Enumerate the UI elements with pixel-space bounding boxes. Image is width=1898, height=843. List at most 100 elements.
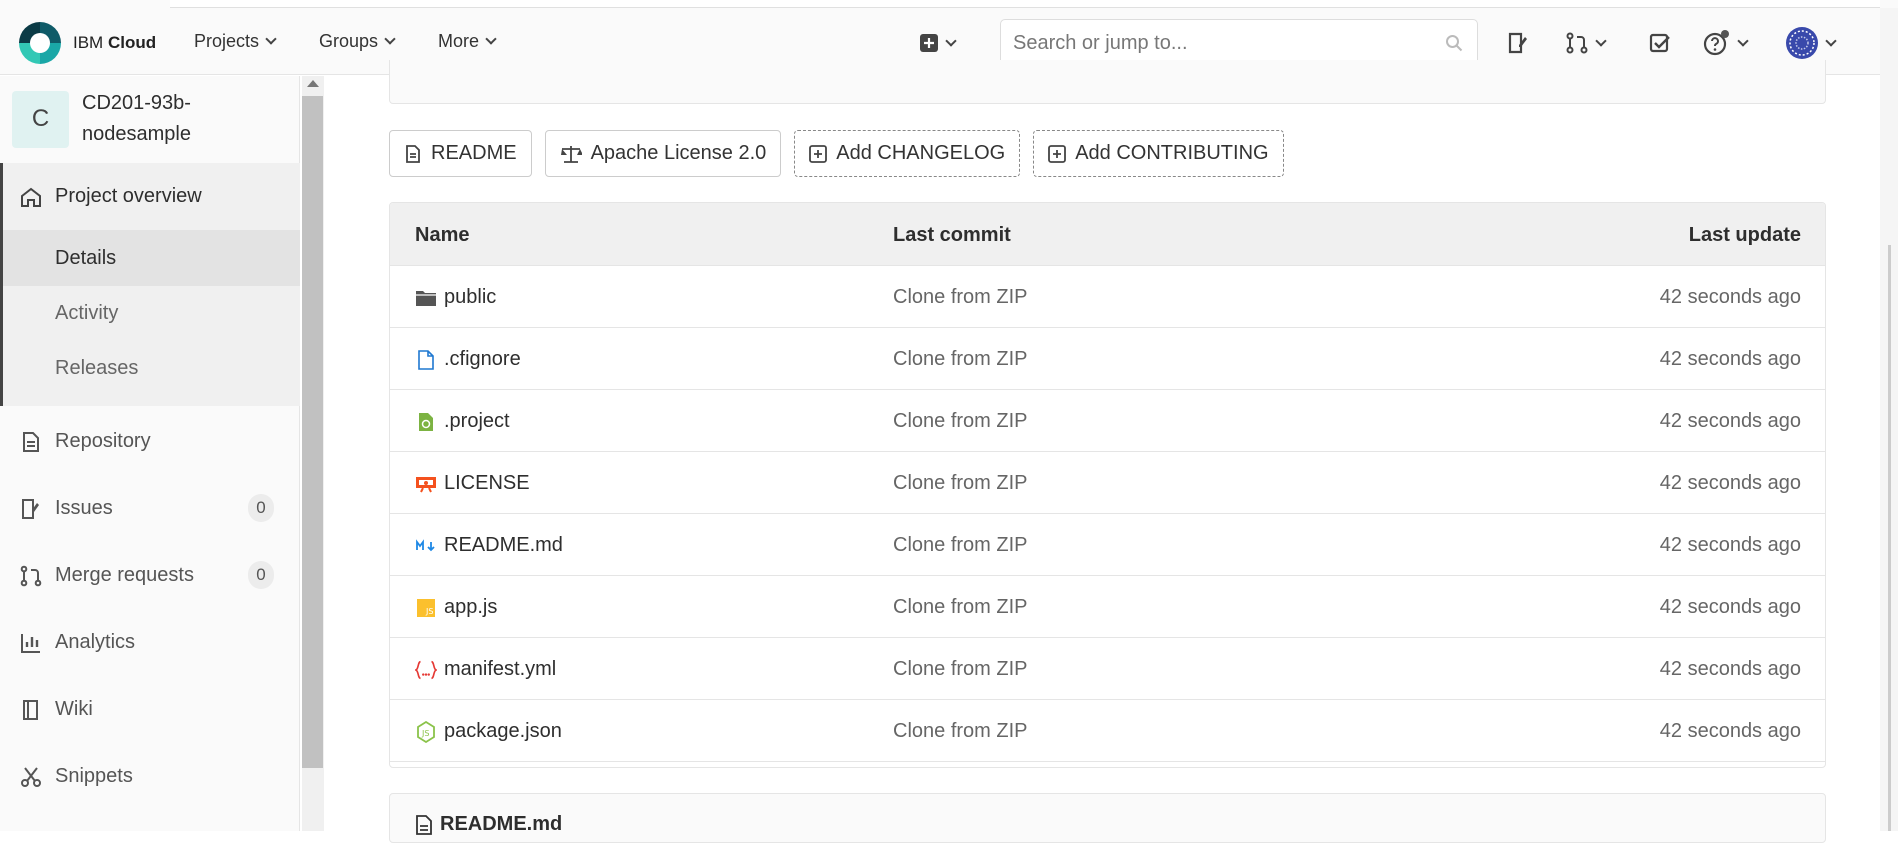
sidebar-item-snippets[interactable]: Snippets [20, 765, 133, 788]
home-icon [20, 186, 42, 208]
scissors-icon [20, 766, 42, 788]
plus-square-icon [809, 144, 828, 163]
sidebar-item-label: Project overview [55, 185, 202, 207]
new-item-dropdown[interactable] [919, 30, 957, 56]
brand-bold: Cloud [107, 33, 157, 52]
scroll-up-arrow-icon[interactable] [307, 80, 319, 87]
file-name-link[interactable]: LICENSE [444, 472, 530, 495]
table-row[interactable]: LICENSE Clone from ZIP 42 seconds ago [390, 452, 1825, 514]
file-name-link[interactable]: README.md [444, 534, 563, 557]
ibm-cloud-logo-icon[interactable] [19, 22, 61, 64]
add-contributing-button[interactable]: Add CONTRIBUTING [1033, 130, 1284, 177]
help-dropdown[interactable] [1703, 30, 1749, 56]
merge-request-icon [1566, 32, 1588, 54]
svg-text:JS: JS [425, 607, 433, 616]
document-icon [416, 814, 432, 835]
javascript-icon: JS [415, 597, 437, 619]
sidebar-item-analytics[interactable]: Analytics [20, 631, 135, 654]
folder-icon [415, 287, 437, 309]
sidebar-item-issues[interactable]: Issues [20, 497, 113, 520]
selected-item-highlight [3, 230, 300, 286]
previous-panel-edge [389, 60, 1826, 104]
readme-button[interactable]: README [389, 130, 532, 177]
merge-request-icon [20, 565, 42, 587]
sidebar-item-label: Wiki [55, 698, 93, 720]
readme-button-label: README [431, 142, 517, 164]
commit-message-link[interactable]: Clone from ZIP [893, 348, 1027, 371]
page-scrollbar-thumb[interactable] [1888, 245, 1891, 831]
nav-projects-label: Projects [194, 31, 260, 51]
search-icon [1446, 35, 1463, 52]
project-file-icon [415, 411, 437, 433]
commit-message-link[interactable]: Clone from ZIP [893, 596, 1027, 619]
table-row[interactable]: public Clone from ZIP 42 seconds ago [390, 266, 1825, 328]
table-row[interactable]: .cfignore Clone from ZIP 42 seconds ago [390, 328, 1825, 390]
commit-message-link[interactable]: Clone from ZIP [893, 658, 1027, 681]
commit-message-link[interactable]: Clone from ZIP [893, 534, 1027, 557]
last-update-time: 42 seconds ago [1659, 410, 1801, 432]
last-update-time: 42 seconds ago [1659, 348, 1801, 370]
license-icon [415, 473, 437, 495]
chevron-down-icon [945, 34, 957, 47]
issues-icon [20, 498, 42, 520]
file-name-link[interactable]: .project [444, 410, 510, 433]
readme-filename: README.md [440, 813, 563, 835]
yaml-icon [415, 659, 437, 681]
table-row[interactable]: README.md Clone from ZIP 42 seconds ago [390, 514, 1825, 576]
project-header[interactable]: C CD201-93b-nodesample [12, 88, 232, 150]
file-name-link[interactable]: manifest.yml [444, 658, 556, 681]
table-row[interactable]: JS app.js Clone from ZIP 42 seconds ago [390, 576, 1825, 638]
table-row[interactable]: .project Clone from ZIP 42 seconds ago [390, 390, 1825, 452]
table-row[interactable]: manifest.yml Clone from ZIP 42 seconds a… [390, 638, 1825, 700]
nav-projects[interactable]: Projects [194, 31, 277, 52]
todos-shortcut[interactable] [1648, 30, 1672, 56]
sidebar-subitem-activity[interactable]: Activity [55, 302, 118, 325]
add-contributing-label: Add CONTRIBUTING [1075, 142, 1269, 164]
merge-requests-count-badge: 0 [248, 561, 274, 589]
license-button-label: Apache License 2.0 [590, 142, 767, 164]
sidebar-item-label: Issues [55, 497, 113, 519]
sidebar-item-repository[interactable]: Repository [20, 430, 151, 453]
readme-panel-header[interactable]: README.md [416, 813, 562, 836]
sidebar-item-label: Snippets [55, 765, 133, 787]
brand-light: IBM [73, 33, 104, 52]
commit-message-link[interactable]: Clone from ZIP [893, 472, 1027, 495]
chart-icon [20, 632, 42, 654]
chevron-down-icon [265, 33, 277, 45]
user-menu[interactable] [1785, 27, 1837, 59]
add-changelog-button[interactable]: Add CHANGELOG [794, 130, 1021, 177]
file-name-link[interactable]: app.js [444, 596, 497, 619]
last-update-time: 42 seconds ago [1659, 720, 1801, 742]
brand-name[interactable]: IBM Cloud [73, 33, 156, 53]
merge-requests-shortcut[interactable] [1565, 30, 1607, 56]
commit-message-link[interactable]: Clone from ZIP [893, 410, 1027, 433]
nav-more-label: More [438, 31, 480, 51]
commit-message-link[interactable]: Clone from ZIP [893, 286, 1027, 309]
sidebar-subitem-details[interactable]: Details [55, 247, 116, 270]
plus-square-icon [1048, 144, 1067, 163]
column-header-name: Name [415, 224, 470, 246]
file-name-link[interactable]: public [444, 286, 496, 309]
sidebar-item-wiki[interactable]: Wiki [20, 698, 93, 721]
last-update-time: 42 seconds ago [1659, 658, 1801, 680]
last-update-time: 42 seconds ago [1659, 472, 1801, 494]
chevron-down-icon [1595, 34, 1607, 47]
nodejs-icon: JS [415, 720, 437, 743]
scale-icon [560, 145, 582, 163]
file-name-link[interactable]: .cfignore [444, 348, 521, 371]
document-icon [20, 431, 42, 453]
license-button[interactable]: Apache License 2.0 [544, 130, 782, 177]
nav-groups[interactable]: Groups [319, 31, 396, 52]
nav-groups-label: Groups [319, 31, 379, 51]
file-name-link[interactable]: package.json [444, 720, 562, 743]
sidebar-scrollbar-thumb[interactable] [302, 96, 323, 768]
issues-shortcut[interactable] [1506, 30, 1530, 56]
commit-message-link[interactable]: Clone from ZIP [893, 720, 1027, 743]
chevron-down-icon [384, 33, 396, 45]
sidebar-subitem-releases[interactable]: Releases [55, 357, 138, 380]
table-row[interactable]: JS package.json Clone from ZIP 42 seconds… [390, 700, 1825, 762]
sidebar-item-project-overview[interactable]: Project overview [20, 185, 202, 208]
nav-more[interactable]: More [438, 31, 497, 52]
sidebar-item-merge-requests[interactable]: Merge requests [20, 564, 194, 587]
table-header: Name Last commit Last update [390, 203, 1825, 266]
